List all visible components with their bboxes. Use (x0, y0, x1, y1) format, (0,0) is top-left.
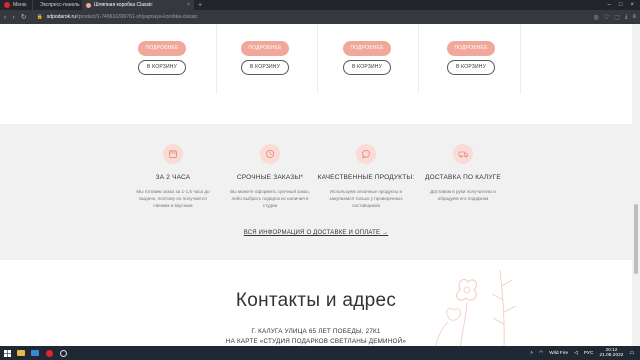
product-grid: ПОДРОБНЕЕ В КОРЗИНУ ПОДРОБНЕЕ В КОРЗИНУ … (0, 24, 632, 124)
product-card: ПОДРОБНЕЕ В КОРЗИНУ (228, 24, 328, 119)
extensions-icon[interactable]: ⬚ (614, 14, 620, 21)
add-to-cart-button[interactable]: В КОРЗИНУ (447, 60, 495, 75)
calendar-icon (163, 144, 183, 164)
feature-item: ЗА 2 ЧАСА Мы готовим заказ за 1-1,5 часа… (123, 144, 223, 209)
app-icon[interactable] (56, 346, 70, 360)
wifi-name: Wild Fire (549, 350, 569, 356)
tab-label: Шляпная коробка Classic (94, 2, 153, 8)
close-window-icon[interactable]: × (630, 2, 634, 8)
clock[interactable]: 20:12 21.08.2022 (599, 348, 623, 359)
features-section: ЗА 2 ЧАСА Мы готовим заказ за 1-1,5 часа… (0, 124, 632, 260)
menu-label: Меню (13, 2, 27, 8)
wifi-icon[interactable]: ◠ (539, 351, 543, 356)
opera-menu-button[interactable]: Меню (0, 0, 32, 10)
delivery-info-link[interactable]: ВСЯ ИНФОРМАЦИЯ О ДОСТАВКЕ И ОПЛАТЕ → (0, 230, 632, 236)
feature-title: СРОЧНЫЕ ЗАКАЗЫ* (236, 174, 304, 181)
language-indicator[interactable]: РУС (584, 351, 594, 356)
feature-text: Вы можете оформить срочный заказ, либо в… (230, 189, 310, 208)
clock-date: 21.08.2022 (599, 353, 624, 358)
new-tab-button[interactable]: + (194, 2, 206, 9)
feature-title: КАЧЕСТВЕННЫЕ ПРОДУКТЫ: (317, 174, 415, 181)
tray-arrow-icon[interactable]: ˄ (530, 351, 533, 356)
reload-icon[interactable]: ↻ (21, 13, 27, 21)
feature-text: Используем сезонные продукты и закупаемс… (329, 189, 403, 208)
opera-taskbar-icon[interactable] (42, 346, 56, 360)
back-icon[interactable]: ‹ (4, 14, 6, 21)
product-card: ПОДРОБНЕЕ В КОРЗИНУ (125, 24, 225, 119)
url-path: /tproduct/1-749616336761-shlyapnaya-koro… (75, 14, 198, 20)
feature-text: Доставим в руки получателю и обрадуем ег… (430, 189, 496, 201)
feature-title: ЗА 2 ЧАСА (155, 174, 191, 181)
notifications-icon[interactable]: ▭ (629, 351, 634, 356)
map-link[interactable]: НА КАРТЕ «СТУДИЯ ПОДАРКОВ СВЕТЛАНЫ ДЕМИН… (0, 338, 632, 345)
details-button[interactable]: ПОДРОБНЕЕ (138, 41, 186, 56)
add-to-cart-button[interactable]: В КОРЗИНУ (241, 60, 289, 75)
contacts-title: Контакты и адрес (235, 290, 397, 311)
app-icon[interactable] (28, 346, 42, 360)
feature-item: ДОСТАВКА ПО КАЛУГЕ Доставим в руки получ… (413, 144, 513, 203)
feature-text: Мы готовим заказ за 1-1,5 часа до выдачи… (136, 189, 210, 208)
feature-title: ДОСТАВКА ПО КАЛУГЕ (425, 174, 501, 181)
browser-tab-bar: Меню Экспресс-панель Шляпная коробка Cla… (0, 0, 640, 10)
add-to-cart-button[interactable]: В КОРЗИНУ (138, 60, 186, 75)
details-button[interactable]: ПОДРОБНЕЕ (241, 41, 289, 56)
tab-active-product[interactable]: Шляпная коробка Classic × (82, 0, 194, 10)
scroll-thumb[interactable] (634, 204, 638, 274)
snapshot-icon[interactable]: ◎ (594, 14, 599, 21)
taskbar: ˄ ◠ Wild Fire ◁ РУС 20:12 21.08.2022 ▭ (0, 346, 640, 360)
download-icon[interactable]: ⤓ (625, 14, 628, 21)
chat-icon (356, 144, 376, 164)
maximize-icon[interactable]: □ (619, 2, 623, 8)
details-button[interactable]: ПОДРОБНЕЕ (447, 41, 495, 56)
start-button[interactable] (0, 346, 14, 360)
address-text: Г. КАЛУГА УЛИЦА 65 ЛЕТ ПОБЕДЫ, 27К1 (251, 328, 381, 335)
address-bar-tools: ◎ ♡ ⬚ ⤓ ≡ (594, 14, 636, 21)
lock-icon: 🔒 (36, 14, 43, 20)
volume-icon[interactable]: ◁ (574, 351, 578, 356)
address-bar: ‹ › ↻ 🔒 sdpodarok.ru/tproduct/1-74961633… (0, 10, 640, 24)
url-host: sdpodarok.ru (46, 14, 76, 20)
window-controls: – □ × (608, 2, 640, 8)
page-viewport: ПОДРОБНЕЕ В КОРЗИНУ ПОДРОБНЕЕ В КОРЗИНУ … (0, 24, 632, 346)
forward-icon[interactable]: › (12, 14, 14, 21)
opera-logo-icon (4, 2, 10, 8)
details-button[interactable]: ПОДРОБНЕЕ (343, 41, 391, 56)
bookmark-icon[interactable]: ♡ (604, 14, 609, 21)
feature-item: СРОЧНЫЕ ЗАКАЗЫ* Вы можете оформить срочн… (220, 144, 320, 209)
contacts-section: Контакты и адрес Г. КАЛУГА УЛИЦА 65 ЛЕТ … (0, 260, 632, 346)
product-card: ПОДРОБНЕЕ В КОРЗИНУ (434, 24, 534, 119)
settings-icon[interactable]: ≡ (632, 14, 636, 21)
clock-icon (260, 144, 280, 164)
site-favicon-icon (86, 2, 91, 8)
add-to-cart-button[interactable]: В КОРЗИНУ (343, 60, 391, 75)
tab-label: Экспресс-панель (40, 2, 80, 8)
product-card: ПОДРОБНЕЕ В КОРЗИНУ (330, 24, 430, 119)
minimize-icon[interactable]: – (608, 2, 611, 8)
file-explorer-icon[interactable] (14, 346, 28, 360)
tab-speed-dial[interactable]: Экспресс-панель (32, 0, 82, 10)
close-tab-icon[interactable]: × (187, 2, 190, 8)
url-field[interactable]: 🔒 sdpodarok.ru/tproduct/1-749616336761-s… (33, 13, 588, 22)
truck-icon (453, 144, 473, 164)
feature-item: КАЧЕСТВЕННЫЕ ПРОДУКТЫ: Используем сезонн… (316, 144, 416, 209)
system-tray: ˄ ◠ Wild Fire ◁ РУС 20:12 21.08.2022 ▭ (530, 348, 640, 359)
page-scrollbar[interactable] (632, 24, 640, 346)
